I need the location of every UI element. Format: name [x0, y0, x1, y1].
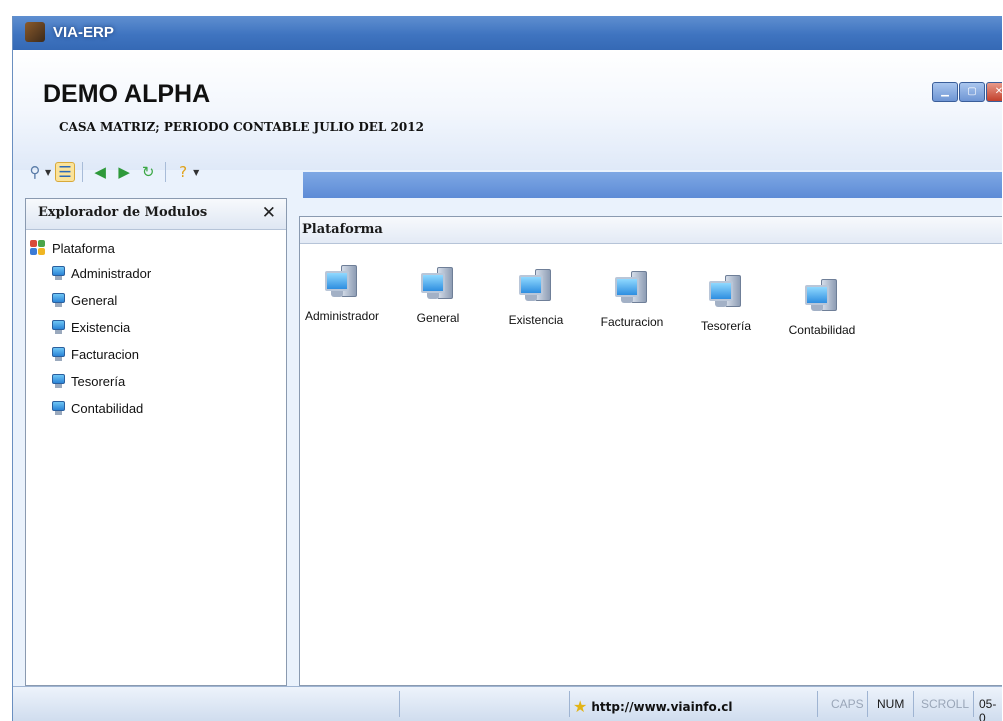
tree-view-icon[interactable]: ☰	[55, 162, 76, 182]
computer-icon	[613, 267, 651, 311]
status-separator	[399, 691, 400, 717]
minimize-button[interactable]: ▁	[932, 82, 958, 102]
date-indicator: 05-0	[979, 697, 997, 721]
module-label: Tesorería	[700, 319, 752, 333]
tree-item-label: Tesorería	[71, 374, 126, 389]
module-label: Facturacion	[600, 315, 664, 329]
computer-icon	[52, 266, 65, 281]
module-tesoreria[interactable]: Tesorería	[676, 271, 776, 333]
connect-dropdown-icon[interactable]: ▼	[45, 168, 51, 177]
close-icon[interactable]: ✕	[262, 203, 276, 223]
explorer-header: Explorador de Modulos ✕	[26, 199, 286, 230]
status-separator	[867, 691, 868, 717]
platform-icon	[30, 240, 46, 256]
tree-item-general[interactable]: General	[26, 287, 286, 314]
tree-item-tesoreria[interactable]: Tesorería	[26, 368, 286, 395]
explorer-title: Explorador de Modulos	[38, 205, 208, 220]
connect-icon[interactable]: ⚲	[25, 162, 45, 182]
tree-item-label: Existencia	[71, 320, 131, 335]
computer-icon	[52, 374, 65, 389]
status-separator	[817, 691, 818, 717]
content-title: Plataforma	[302, 222, 383, 237]
scroll-indicator: SCROLL	[921, 697, 970, 711]
status-bar: ★ http://www.viainfo.cl CAPS NUM SCROLL …	[13, 686, 1002, 721]
computer-icon	[517, 265, 555, 309]
tree-root-label: Plataforma	[52, 240, 115, 256]
app-window: VIA-ERP DEMO ALPHA CASA MATRIZ; PERIODO …	[12, 16, 1002, 721]
maximize-button[interactable]: ▢	[959, 82, 985, 102]
header-banner	[13, 50, 1002, 170]
window-title: VIA-ERP	[53, 24, 114, 41]
computer-icon	[52, 293, 65, 308]
num-indicator: NUM	[877, 697, 905, 711]
refresh-icon[interactable]: ↻	[138, 162, 158, 182]
computer-icon	[52, 320, 65, 335]
help-dropdown-icon[interactable]: ▼	[193, 168, 199, 177]
star-icon: ★	[573, 697, 588, 716]
module-explorer-panel: Explorador de Modulos ✕ Plataforma Admin…	[25, 198, 287, 686]
computer-icon	[803, 275, 841, 319]
module-facturacion[interactable]: Facturacion	[582, 267, 682, 329]
module-tree: Plataforma Administrador General Existen…	[26, 230, 286, 422]
computer-icon	[52, 347, 65, 362]
tree-item-contabilidad[interactable]: Contabilidad	[26, 395, 286, 422]
toolbar-separator	[165, 162, 167, 182]
computer-icon	[419, 263, 457, 307]
module-contabilidad[interactable]: Contabilidad	[772, 275, 872, 337]
toolbar-band	[303, 172, 1002, 198]
status-separator	[973, 691, 974, 717]
tree-root-plataforma[interactable]: Plataforma	[26, 236, 286, 260]
tree-item-label: Contabilidad	[71, 401, 144, 416]
module-label: Existencia	[508, 313, 564, 327]
website-url: http://www.viainfo.cl	[591, 699, 733, 714]
help-icon[interactable]: ?	[173, 162, 193, 182]
module-administrador[interactable]: Administrador	[292, 261, 392, 323]
computer-icon	[323, 261, 361, 305]
tree-item-label: Facturacion	[71, 347, 139, 362]
tree-item-label: Administrador	[71, 266, 152, 281]
computer-icon	[52, 401, 65, 416]
caps-indicator: CAPS	[831, 697, 864, 711]
window-controls: ▁ ▢ ✕	[931, 82, 1002, 102]
title-bar[interactable]: VIA-ERP	[13, 16, 1002, 50]
toolbar-separator	[82, 162, 84, 182]
company-name: DEMO ALPHA	[43, 80, 211, 108]
tree-item-administrador[interactable]: Administrador	[26, 260, 286, 287]
back-icon[interactable]: ◀	[90, 162, 110, 182]
module-label: Administrador	[304, 309, 380, 323]
module-label: General	[416, 311, 460, 325]
app-logo-icon[interactable]	[25, 22, 45, 42]
close-button[interactable]: ✕	[986, 82, 1002, 102]
module-general[interactable]: General	[388, 263, 488, 325]
status-separator	[913, 691, 914, 717]
content-header: Plataforma	[300, 217, 1002, 244]
tree-item-facturacion[interactable]: Facturacion	[26, 341, 286, 368]
computer-icon	[707, 271, 745, 315]
accounting-period: CASA MATRIZ; PERIODO CONTABLE JULIO DEL …	[59, 120, 424, 134]
tree-item-existencia[interactable]: Existencia	[26, 314, 286, 341]
main-content-panel: Plataforma Administrador General Existen…	[299, 216, 1002, 686]
status-separator	[569, 691, 570, 717]
forward-icon[interactable]: ▶	[114, 162, 134, 182]
module-existencia[interactable]: Existencia	[486, 265, 586, 327]
tree-item-label: General	[71, 293, 118, 308]
main-toolbar: ⚲ ▼ ☰ ◀ ▶ ↻ ? ▼	[25, 158, 199, 186]
website-link[interactable]: ★ http://www.viainfo.cl	[573, 697, 733, 716]
module-label: Contabilidad	[788, 323, 856, 337]
